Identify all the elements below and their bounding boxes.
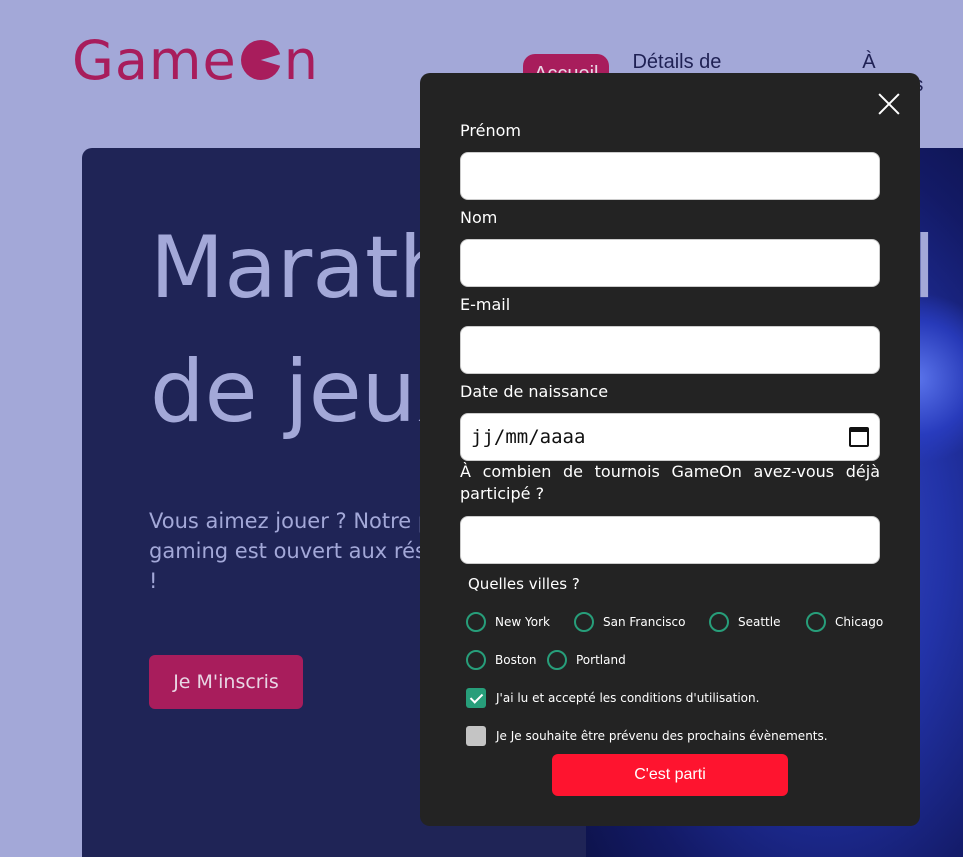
newsletter-label: Je Je souhaite être prévenu des prochain… <box>496 729 828 743</box>
logo-text-left: Game <box>72 28 237 92</box>
terms-checkbox-row[interactable]: J'ai lu et accepté les conditions d'util… <box>466 688 759 708</box>
radio-icon[interactable] <box>466 650 486 670</box>
radio-icon[interactable] <box>806 612 826 632</box>
cities-label: Quelles villes ? <box>468 575 580 593</box>
birthdate-placeholder: jj/mm/aaaa <box>471 426 586 448</box>
tournaments-input[interactable] <box>460 516 880 564</box>
birthdate-label: Date de naissance <box>460 382 609 401</box>
city-option-boston[interactable]: Boston <box>466 650 536 670</box>
city-option-chicago[interactable]: Chicago <box>806 612 883 632</box>
city-option-san-francisco[interactable]: San Francisco <box>574 612 685 632</box>
radio-icon[interactable] <box>709 612 729 632</box>
signup-modal: Prénom Nom E-mail Date de naissance jj/m… <box>420 73 920 826</box>
logo-text-right: n <box>283 28 319 92</box>
pacman-icon <box>240 40 281 80</box>
gameon-logo[interactable]: Game n <box>72 28 319 92</box>
calendar-icon[interactable] <box>849 427 869 447</box>
email-input[interactable] <box>460 326 880 374</box>
terms-checkbox[interactable] <box>466 688 486 708</box>
close-icon[interactable] <box>878 93 900 115</box>
tournaments-label: À combien de tournois GameOn avez-vous d… <box>460 462 880 503</box>
city-label: Seattle <box>738 615 781 629</box>
last-name-label: Nom <box>460 208 498 227</box>
first-name-label: Prénom <box>460 121 521 140</box>
city-label: Boston <box>495 653 537 667</box>
signup-button[interactable]: Je M'inscris <box>149 655 303 709</box>
newsletter-checkbox[interactable] <box>466 726 486 746</box>
last-name-input[interactable] <box>460 239 880 287</box>
city-option-new-york[interactable]: New York <box>466 612 550 632</box>
city-option-portland[interactable]: Portland <box>547 650 626 670</box>
radio-icon[interactable] <box>574 612 594 632</box>
first-name-input[interactable] <box>460 152 880 200</box>
radio-icon[interactable] <box>466 612 486 632</box>
city-label: New York <box>495 615 550 629</box>
email-label: E-mail <box>460 295 511 314</box>
radio-icon[interactable] <box>547 650 567 670</box>
birthdate-input[interactable]: jj/mm/aaaa <box>460 413 880 461</box>
terms-label: J'ai lu et accepté les conditions d'util… <box>496 691 760 705</box>
city-option-seattle[interactable]: Seattle <box>709 612 780 632</box>
city-label: Portland <box>576 653 626 667</box>
newsletter-checkbox-row[interactable]: Je Je souhaite être prévenu des prochain… <box>466 726 828 746</box>
city-label: Chicago <box>835 615 884 629</box>
submit-button[interactable]: C'est parti <box>552 754 788 796</box>
city-label: San Francisco <box>603 615 686 629</box>
